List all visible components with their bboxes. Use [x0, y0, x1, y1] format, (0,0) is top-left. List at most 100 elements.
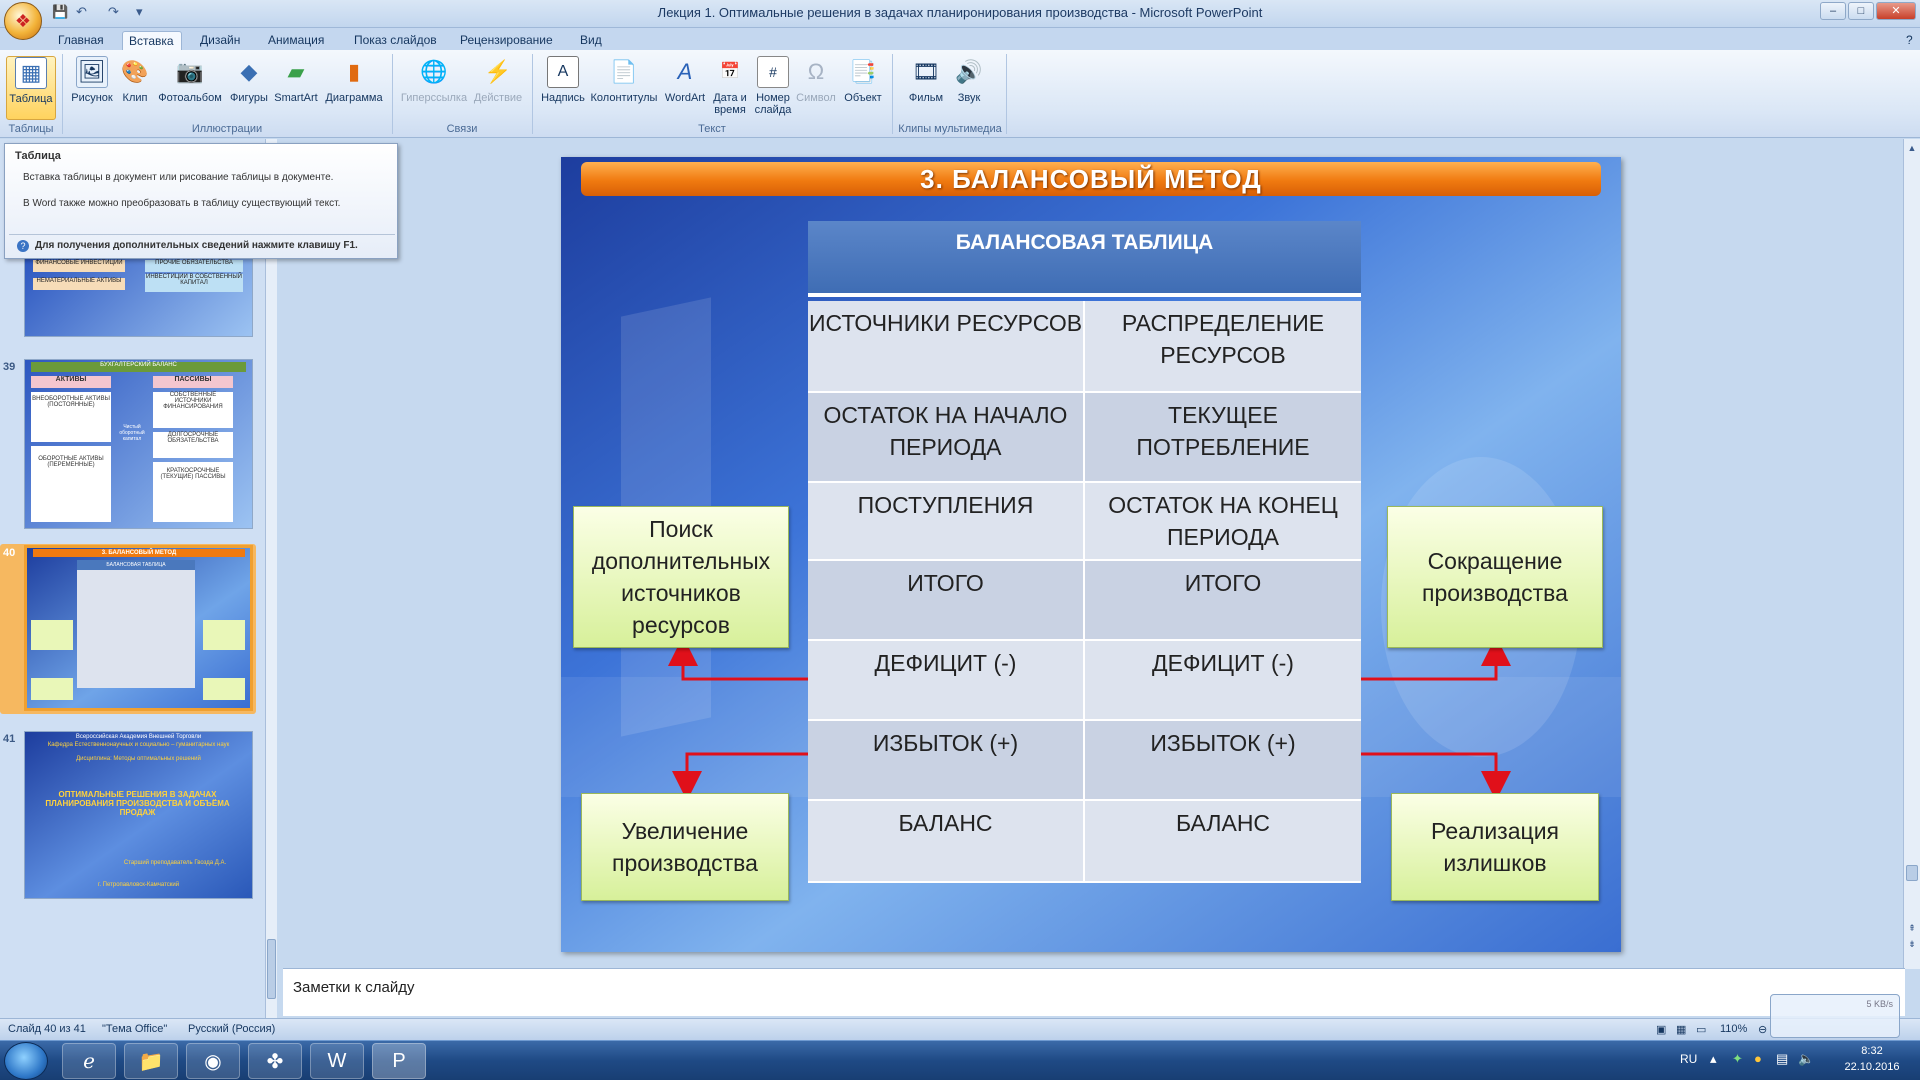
slide-thumbnail-39[interactable]: БУХГАЛТЕРСКИЙ БАЛАНС АКТИВЫ ПАССИВЫ ВНЕО…: [24, 359, 253, 529]
slide-number: 39: [3, 361, 16, 373]
office-button[interactable]: ❖: [4, 2, 42, 40]
wordart-button[interactable]: A WordArt: [660, 56, 710, 105]
explorer-icon[interactable]: 📁: [124, 1043, 178, 1079]
slide-thumbnail-40[interactable]: 3. БАЛАНСОВЫЙ МЕТОД БАЛАНСОВАЯ ТАБЛИЦА: [24, 545, 253, 711]
tray-arrow-icon[interactable]: ▴: [1710, 1051, 1717, 1067]
slidenum-label: Номер слайда: [754, 92, 792, 116]
close-button[interactable]: ✕: [1876, 2, 1916, 20]
slide-thumbnail-41[interactable]: Всероссийская Академия Внешней Торговли …: [24, 731, 253, 899]
network-icon[interactable]: ▤: [1776, 1051, 1788, 1067]
table-cell[interactable]: ИТОГО: [1085, 561, 1361, 641]
tray-app-icon[interactable]: ✦: [1732, 1051, 1743, 1067]
tab-insert[interactable]: Вставка: [122, 31, 182, 50]
scroll-up-icon[interactable]: ▲: [1906, 143, 1918, 155]
group-links-label: Связи: [446, 123, 478, 135]
datetime-button[interactable]: 📅 Дата и время: [710, 56, 750, 117]
powerpoint-icon[interactable]: P: [372, 1043, 426, 1079]
thumb-text: Дисциплина: Методы оптимальных решений: [76, 756, 201, 762]
slide-canvas[interactable]: 3. БАЛАНСОВЫЙ МЕТОД БАЛАНСОВАЯ ТАБЛИЦА П…: [561, 157, 1621, 952]
language-indicator[interactable]: RU: [1680, 1052, 1697, 1066]
table-cell[interactable]: БАЛАНС: [1085, 801, 1361, 883]
zoom-level[interactable]: 110%: [1720, 1023, 1747, 1035]
clock-time[interactable]: 8:32: [1832, 1045, 1912, 1057]
table-cell[interactable]: ИЗБЫТОК (+): [808, 721, 1085, 801]
sound-button[interactable]: 🔊 Звук: [950, 56, 988, 105]
tooltip-help: Для получения дополнительных сведений на…: [35, 240, 358, 251]
picture-button[interactable]: 🖼 Рисунок: [68, 56, 116, 104]
table-cell[interactable]: РАСПРЕДЕЛЕНИЕ РЕСУРСОВ: [1085, 301, 1361, 393]
slideshow-view-icon[interactable]: ▭: [1696, 1023, 1706, 1036]
headers-label: Колонтитулы: [590, 92, 658, 104]
tab-home[interactable]: Главная: [52, 31, 110, 50]
table-cell[interactable]: ДЕФИЦИТ (-): [1085, 641, 1361, 721]
photo-album-icon: 📷: [176, 59, 204, 84]
action-button[interactable]: ⚡ Действие: [470, 56, 526, 105]
app-clover-icon[interactable]: ✤: [248, 1043, 302, 1079]
start-button[interactable]: [4, 1042, 48, 1080]
table-cell[interactable]: ОСТАТОК НА НАЧАЛО ПЕРИОДА: [808, 393, 1085, 483]
symbol-button[interactable]: Ω Символ: [796, 56, 836, 105]
table-cell[interactable]: ОСТАТОК НА КОНЕЦ ПЕРИОДА: [1085, 483, 1361, 561]
table-cell[interactable]: ИСТОЧНИКИ РЕСУРСОВ: [808, 301, 1085, 393]
header-footer-icon: 📄: [610, 59, 638, 84]
maximize-button[interactable]: □: [1848, 2, 1874, 20]
network-speed-widget: 5 KB/s: [1770, 994, 1900, 1038]
slides-panel-scrollbar[interactable]: [265, 139, 277, 1019]
shapes-button[interactable]: ◆ Фигуры: [226, 56, 272, 105]
headers-button[interactable]: 📄 Колонтитулы: [588, 56, 660, 105]
slide-number-icon: #: [757, 56, 789, 88]
table-cell[interactable]: ПОСТУПЛЕНИЯ: [808, 483, 1085, 561]
help-icon[interactable]: ?: [1900, 31, 1919, 50]
tab-design[interactable]: Дизайн: [194, 31, 246, 50]
object-button[interactable]: 📑 Объект: [838, 56, 888, 105]
hyperlink-button[interactable]: 🌐 Гиперссылка: [398, 56, 470, 105]
chart-button[interactable]: ▮ Диаграмма: [322, 56, 386, 105]
next-slide-icon[interactable]: ⇟: [1906, 939, 1918, 951]
notes-pane[interactable]: Заметки к слайду: [283, 968, 1905, 1016]
tray-update-icon[interactable]: ●: [1754, 1051, 1762, 1066]
zoom-out-icon[interactable]: ⊖: [1758, 1023, 1767, 1036]
box-increase-production[interactable]: Увеличение производства: [581, 793, 789, 901]
prev-slide-icon[interactable]: ⇞: [1906, 923, 1918, 935]
tooltip-text: В Word также можно преобразовать в табли…: [23, 198, 341, 209]
table-button[interactable]: ▦ Таблица: [6, 56, 56, 120]
tab-animation[interactable]: Анимация: [262, 31, 330, 50]
tab-view[interactable]: Вид: [574, 31, 608, 50]
slidenum-button[interactable]: # Номер слайда: [752, 56, 794, 116]
normal-view-icon[interactable]: ▣: [1656, 1023, 1666, 1036]
table-cell[interactable]: ИЗБЫТОК (+): [1085, 721, 1361, 801]
slide-number: 41: [3, 733, 16, 745]
omega-icon: Ω: [807, 59, 825, 84]
slide-thumbnail-38[interactable]: ФИНАНСОВЫЕ ИНВЕСТИЦИИ НЕМАТЕРИАЛЬНЫЕ АКТ…: [24, 257, 253, 337]
sorter-view-icon[interactable]: ▦: [1676, 1023, 1686, 1036]
slide-scrollbar[interactable]: ▲ ⇞ ⇟: [1903, 139, 1920, 969]
chrome-icon[interactable]: ◉: [186, 1043, 240, 1079]
clip-button[interactable]: 🎨 Клип: [118, 56, 152, 105]
box-reduce-production[interactable]: Сокращение производства: [1387, 506, 1603, 648]
calendar-icon: 📅: [720, 63, 740, 80]
network-speed: 5 KB/s: [1866, 999, 1893, 1009]
ie-icon[interactable]: ℯ: [62, 1043, 116, 1079]
clock-date[interactable]: 22.10.2016: [1832, 1061, 1912, 1073]
sound-label: Звук: [957, 92, 981, 104]
box-sell-surplus[interactable]: Реализация излишков: [1391, 793, 1599, 901]
album-button[interactable]: 📷 Фотоальбом: [156, 56, 224, 105]
scrollbar-thumb[interactable]: [267, 939, 276, 999]
scrollbar-thumb[interactable]: [1906, 865, 1918, 881]
table-cell[interactable]: БАЛАНС: [808, 801, 1085, 883]
box-search-resources[interactable]: Поиск дополнительных источников ресурсов: [573, 506, 789, 648]
table-cell[interactable]: ДЕФИЦИТ (-): [808, 641, 1085, 721]
minimize-button[interactable]: –: [1820, 2, 1846, 20]
table-cell[interactable]: ТЕКУЩЕЕ ПОТРЕБЛЕНИЕ: [1085, 393, 1361, 483]
word-icon[interactable]: W: [310, 1043, 364, 1079]
group-separator: [1006, 54, 1007, 134]
movie-button[interactable]: 🎞 Фильм: [900, 56, 952, 105]
film-icon: 🎞: [912, 59, 940, 84]
table-cell[interactable]: ИТОГО: [808, 561, 1085, 641]
status-language[interactable]: Русский (Россия): [188, 1023, 275, 1035]
smartart-button[interactable]: ▰ SmartArt: [272, 56, 320, 105]
tab-review[interactable]: Рецензирование: [454, 31, 559, 50]
textbox-button[interactable]: A Надпись: [538, 56, 588, 104]
tab-slideshow[interactable]: Показ слайдов: [348, 31, 443, 50]
volume-icon[interactable]: 🔈: [1798, 1051, 1814, 1067]
